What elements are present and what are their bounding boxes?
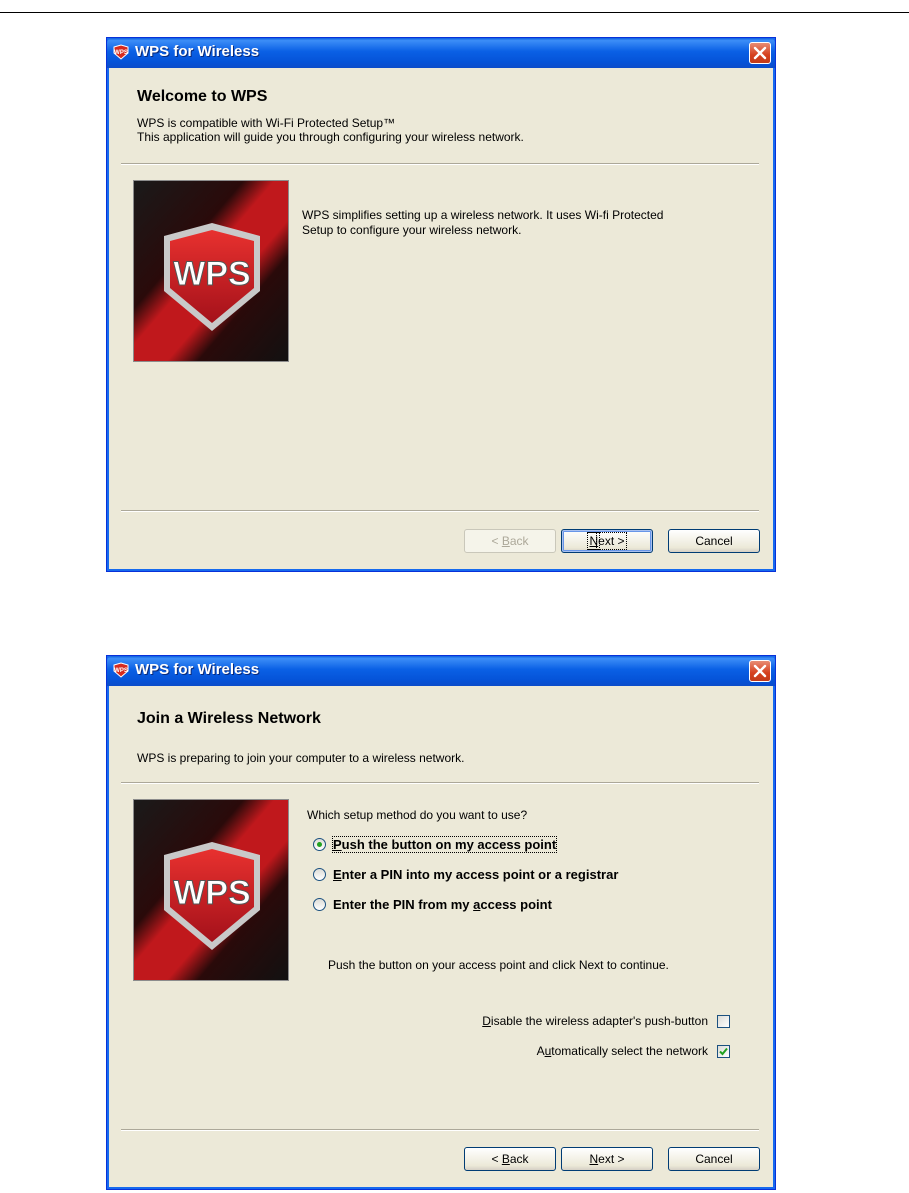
- header-divider: [121, 782, 759, 784]
- body-text-line-1: WPS simplifies setting up a wireless net…: [302, 208, 664, 222]
- wps-banner-image: WPS: [133, 799, 289, 981]
- body-text-line-2: Setup to configure your wireless network…: [302, 223, 522, 237]
- close-button[interactable]: [749, 660, 771, 682]
- cancel-button[interactable]: Cancel: [668, 1147, 760, 1171]
- svg-text:WPS: WPS: [114, 50, 128, 56]
- wizard-heading: Welcome to WPS: [137, 88, 268, 105]
- wps-join-network-window: WPS WPS for Wireless Join a Wireless Net…: [106, 655, 776, 1190]
- wps-shield-icon: WPS: [134, 800, 288, 980]
- window-title: WPS for Wireless: [135, 661, 260, 678]
- svg-text:WPS: WPS: [114, 668, 128, 674]
- footer-divider: [121, 1129, 759, 1131]
- radio-control[interactable]: [313, 868, 326, 881]
- radio-label: Enter the PIN from my access point: [333, 897, 552, 912]
- wps-shield-icon: WPS: [134, 181, 288, 361]
- radio-control[interactable]: [313, 898, 326, 911]
- close-button[interactable]: [749, 42, 771, 64]
- wps-app-icon: WPS: [113, 662, 129, 678]
- checkbox-label: Automatically select the network: [536, 1044, 708, 1058]
- close-icon: [753, 664, 767, 678]
- next-button[interactable]: Next >: [561, 529, 653, 553]
- auto-select-network-checkbox[interactable]: [717, 1045, 730, 1058]
- auto-select-network-option[interactable]: Automatically select the network: [537, 1044, 730, 1058]
- disable-push-button-option[interactable]: Disable the wireless adapter's push-butt…: [482, 1014, 730, 1028]
- disable-push-button-checkbox[interactable]: [717, 1015, 730, 1028]
- cancel-button[interactable]: Cancel: [668, 529, 760, 553]
- wps-banner-image: WPS: [133, 180, 289, 362]
- close-icon: [753, 46, 767, 60]
- header-subtitle-line-2: This application will guide you through …: [137, 130, 524, 144]
- page-top-rule: [0, 12, 909, 13]
- back-button[interactable]: < Back: [464, 529, 556, 553]
- title-bar[interactable]: WPS WPS for Wireless: [107, 38, 775, 68]
- wps-app-icon: WPS: [113, 44, 129, 60]
- window-title: WPS for Wireless: [135, 43, 260, 60]
- header-divider: [121, 163, 759, 165]
- wizard-heading: Join a Wireless Network: [137, 710, 321, 727]
- back-button[interactable]: < Back: [464, 1147, 556, 1171]
- checkmark-icon: [719, 1047, 728, 1056]
- setup-method-question: Which setup method do you want to use?: [307, 808, 528, 822]
- instruction-text: Push the button on your access point and…: [328, 958, 669, 972]
- radio-label: Push the button on my access point: [331, 836, 558, 853]
- header-subtitle-line-1: WPS is compatible with Wi-Fi Protected S…: [137, 116, 396, 130]
- header-subtitle: WPS is preparing to join your computer t…: [137, 751, 465, 765]
- radio-label: Enter a PIN into my access point or a re…: [333, 867, 619, 882]
- wps-welcome-window: WPS WPS for Wireless Welcome to WPS WPS …: [106, 37, 776, 572]
- next-button[interactable]: Next >: [561, 1147, 653, 1171]
- checkbox-label: Disable the wireless adapter's push-butt…: [482, 1014, 708, 1028]
- footer-divider: [121, 510, 759, 512]
- svg-text:WPS: WPS: [173, 874, 250, 912]
- svg-text:WPS: WPS: [173, 255, 250, 293]
- title-bar[interactable]: WPS WPS for Wireless: [107, 656, 775, 686]
- radio-control[interactable]: [313, 838, 326, 851]
